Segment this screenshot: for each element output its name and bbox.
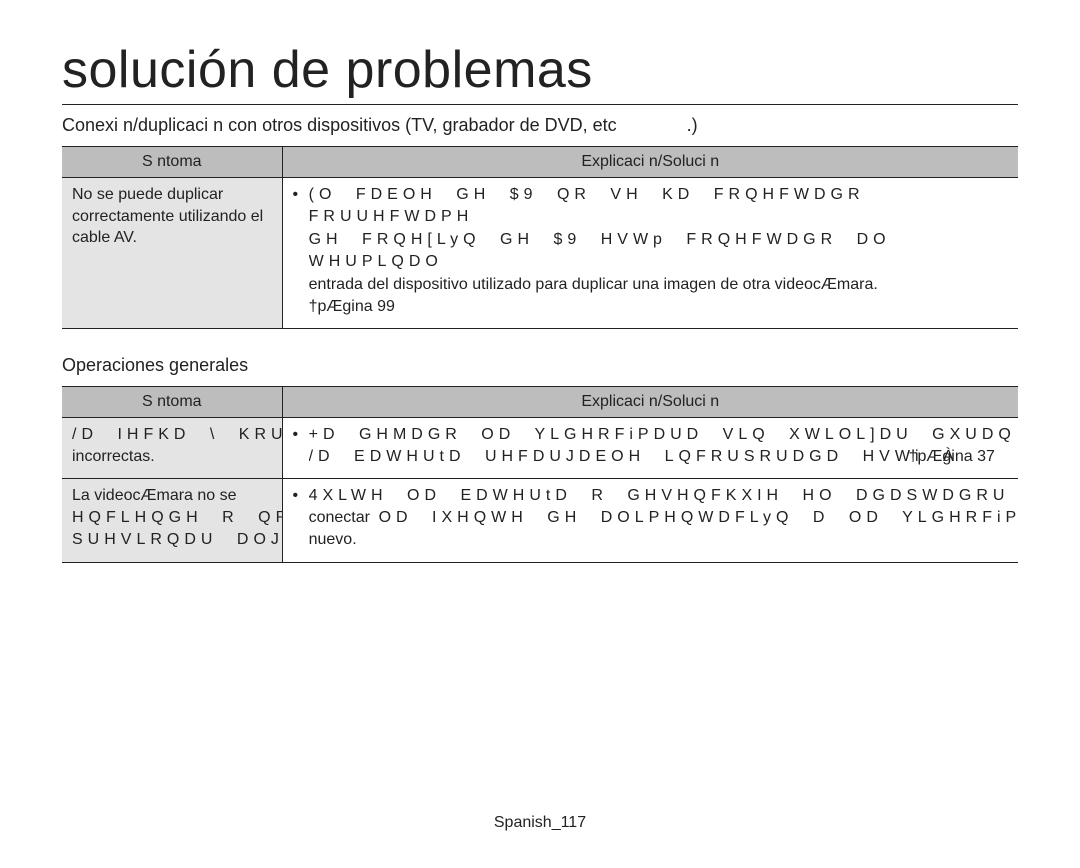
explain-body: 4XLWH OD EDWHUtD R GHVHQFKXIH HO DGDSWDG… bbox=[309, 485, 357, 551]
table-row: S ntoma Explicaci n/Soluci n bbox=[62, 387, 1018, 418]
col-header-symptom: S ntoma bbox=[62, 387, 282, 418]
explain-cell: • +D GHMDGR OD YLGHRFiPDUD VLQ XWLOL]DU … bbox=[282, 418, 1018, 479]
col-header-symptom: S ntoma bbox=[62, 147, 282, 178]
bullet-icon: • bbox=[293, 424, 299, 468]
garbled-text: OD IXHQWH GH DOLPHQWDFLyQ D OD YLGHRFiP bbox=[379, 507, 1018, 529]
plain-text: La videocÆmara no se bbox=[72, 485, 272, 507]
col-header-explain: Explicaci n/Soluci n bbox=[282, 147, 1018, 178]
garbled-text: GH FRQH[LyQ GH $9 HVWp FRQHFWDGR DO WHUP… bbox=[309, 229, 1008, 274]
section2-heading: Operaciones generales bbox=[62, 355, 1018, 376]
explain-cell: • (O FDEOH GH $9 QR VH KD FRQHFWDGR FRUU… bbox=[282, 178, 1018, 329]
plain-text: incorrectas. bbox=[72, 446, 272, 468]
plain-text: nuevo. bbox=[309, 529, 357, 551]
symptom-cell: /D IHFKD \ KRUD VRQ incorrectas. bbox=[62, 418, 282, 479]
garbled-text: /D EDWHUtD UHFDUJDEOH LQFRUSRUDGD HVWi À bbox=[309, 446, 959, 468]
symptom-cell: No se puede duplicar correctamente utili… bbox=[62, 178, 282, 329]
table-row: La videocÆmara no se HQFLHQGH R QR IXQFL… bbox=[62, 479, 1018, 562]
table-general: S ntoma Explicaci n/Soluci n /D IHFKD \ … bbox=[62, 386, 1018, 562]
bullet-icon: • bbox=[293, 184, 299, 318]
explain-cell: • 4XLWH OD EDWHUtD R GHVHQFKXIH HO DGDSW… bbox=[282, 479, 1018, 562]
section1-heading: Conexi n/duplicaci n con otros dispositi… bbox=[62, 115, 1018, 136]
bullet-icon: • bbox=[293, 485, 299, 551]
symptom-cell: La videocÆmara no se HQFLHQGH R QR IXQFL… bbox=[62, 479, 282, 562]
garbled-text: 4XLWH OD EDWHUtD R GHVHQFKXIH HO DGDSWDG… bbox=[309, 485, 1018, 507]
section1-heading-suffix: .) bbox=[687, 115, 698, 135]
plain-text: conectar bbox=[309, 507, 370, 529]
page-root: solución de problemas Conexi n/duplicaci… bbox=[0, 0, 1080, 868]
table-row: S ntoma Explicaci n/Soluci n bbox=[62, 147, 1018, 178]
table-connection: S ntoma Explicaci n/Soluci n No se puede… bbox=[62, 146, 1018, 329]
garbled-text: +D GHMDGR OD YLGHRFiPDUD VLQ XWLOL]DU GX… bbox=[309, 424, 1016, 446]
section1-heading-text: Conexi n/duplicaci n con otros dispositi… bbox=[62, 115, 617, 135]
garbled-text: HQFLHQGH R QR IXQFLRQD DO bbox=[72, 507, 282, 529]
table-row: /D IHFKD \ KRUD VRQ incorrectas. • +D GH… bbox=[62, 418, 1018, 479]
page-title: solución de problemas bbox=[62, 40, 1018, 105]
page-reference: †pÆgina 37 bbox=[909, 446, 995, 468]
garbled-text: /D IHFKD \ KRUD VRQ bbox=[72, 424, 282, 446]
table-row: No se puede duplicar correctamente utili… bbox=[62, 178, 1018, 329]
explain-body: (O FDEOH GH $9 QR VH KD FRQHFWDGR FRUUHF… bbox=[309, 184, 1008, 318]
page-reference: †pÆgina 99 bbox=[309, 296, 1008, 318]
plain-text: entrada del dispositivo utilizado para d… bbox=[309, 274, 1008, 296]
garbled-text: (O FDEOH GH $9 QR VH KD FRQHFWDGR FRUUHF… bbox=[309, 184, 1008, 229]
page-number: Spanish_117 bbox=[0, 814, 1080, 832]
garbled-text: SUHVLRQDU DOJ~Q ERWyQ bbox=[72, 529, 282, 551]
col-header-explain: Explicaci n/Soluci n bbox=[282, 387, 1018, 418]
